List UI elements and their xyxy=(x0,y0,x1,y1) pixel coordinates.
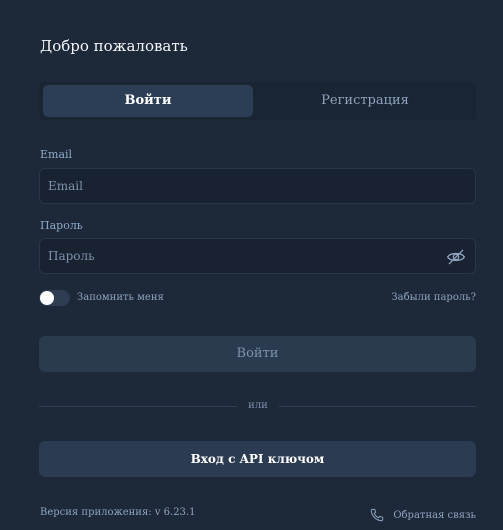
remember-me-toggle[interactable] xyxy=(39,290,70,306)
divider-line-right xyxy=(279,406,476,407)
app-version: Версия приложения: v 6.23.1 xyxy=(40,507,196,518)
divider-line-left xyxy=(39,406,237,407)
login-submit-button[interactable]: Войти xyxy=(39,336,476,372)
phone-icon xyxy=(371,508,384,522)
eye-off-icon[interactable] xyxy=(446,247,466,267)
page-title: Добро пожаловать xyxy=(40,37,188,55)
auth-tabs: Войти Регистрация xyxy=(39,82,476,120)
password-label: Пароль xyxy=(40,219,83,232)
forgot-password-link[interactable]: Забыли пароль? xyxy=(391,292,476,303)
tab-login[interactable]: Войти xyxy=(43,85,253,117)
tab-register[interactable]: Регистрация xyxy=(258,85,472,117)
email-field-wrapper xyxy=(39,168,476,204)
email-label: Email xyxy=(40,148,73,161)
divider-text: или xyxy=(248,400,268,411)
password-field-wrapper xyxy=(39,238,476,274)
email-field[interactable] xyxy=(48,169,443,203)
password-field[interactable] xyxy=(48,239,443,273)
toggle-knob xyxy=(40,291,54,305)
feedback-label: Обратная связь xyxy=(393,509,476,521)
login-page: Добро пожаловать Войти Регистрация Email… xyxy=(0,0,503,530)
api-key-login-button[interactable]: Вход с API ключом xyxy=(39,441,476,477)
remember-me-label[interactable]: Запомнить меня xyxy=(77,292,164,303)
feedback-link[interactable]: Обратная связь xyxy=(369,506,476,524)
